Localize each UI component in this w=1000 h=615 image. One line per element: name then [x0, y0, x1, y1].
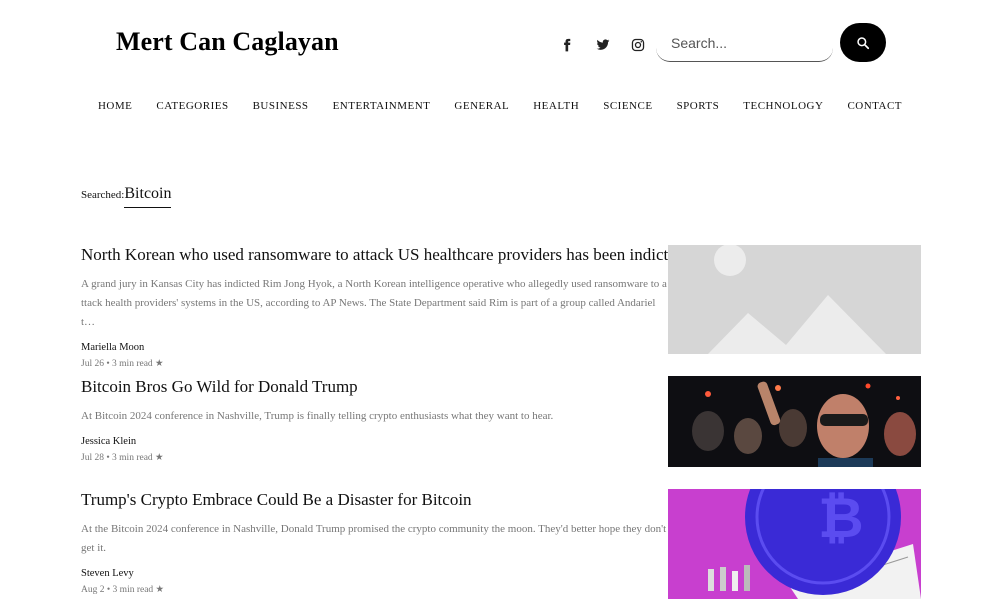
article-author: Jessica Klein [81, 436, 137, 447]
instagram-icon[interactable] [629, 36, 647, 54]
article-author: Steven Levy [81, 568, 134, 579]
nav-categories[interactable]: CATEGORIES [144, 100, 240, 112]
nav-science[interactable]: SCIENCE [591, 100, 664, 112]
searched-term: Bitcoin [124, 185, 172, 208]
svg-text:₿: ₿ [818, 489, 864, 551]
article-meta: Aug 2 • 3 min read ★ [81, 585, 165, 595]
twitter-icon[interactable] [594, 36, 612, 54]
searched-label: Searched: [81, 189, 125, 201]
nav-health[interactable]: HEALTH [521, 100, 591, 112]
article-image-crowd[interactable] [668, 376, 921, 467]
article-image-bitcoin[interactable]: ₿ [668, 489, 921, 599]
search-button[interactable] [840, 23, 886, 62]
article-author: Mariella Moon [81, 342, 145, 353]
article-title[interactable]: Bitcoin Bros Go Wild for Donald Trump [81, 376, 668, 398]
search-input[interactable] [656, 24, 833, 61]
article-image-placeholder[interactable] [668, 245, 921, 354]
article-excerpt: At the Bitcoin 2024 conference in Nashvi… [81, 523, 667, 554]
bitcoin-collage: ₿ [668, 489, 921, 599]
nav-general[interactable]: GENERAL [442, 100, 521, 112]
nav-contact[interactable]: CONTACT [835, 100, 914, 112]
article-meta: Jul 26 • 3 min read ★ [81, 359, 164, 369]
article-excerpt: At Bitcoin 2024 conference in Nashville,… [81, 410, 554, 422]
article-title[interactable]: Trump's Crypto Embrace Could Be a Disast… [81, 489, 668, 511]
facebook-icon[interactable] [558, 36, 576, 54]
site-title[interactable]: Mert Can Caglayan [116, 27, 339, 57]
nav-technology[interactable]: TECHNOLOGY [731, 100, 835, 112]
article-excerpt: A grand jury in Kansas City has indicted… [81, 278, 667, 328]
nav-entertainment[interactable]: ENTERTAINMENT [321, 100, 443, 112]
search-results-heading: Searched:Bitcoin [81, 185, 172, 208]
search-icon [857, 36, 870, 49]
nav-sports[interactable]: SPORTS [665, 100, 732, 112]
crowd-photo [668, 376, 921, 467]
nav-business[interactable]: BUSINESS [241, 100, 321, 112]
nav-home[interactable]: HOME [86, 100, 144, 112]
article-meta: Jul 28 • 3 min read ★ [81, 453, 164, 463]
placeholder-image-icon [668, 245, 921, 354]
search-field[interactable] [656, 24, 833, 62]
article-title[interactable]: North Korean who used ransomware to atta… [81, 244, 684, 266]
main-nav: HOME CATEGORIES BUSINESS ENTERTAINMENT G… [0, 100, 1000, 112]
